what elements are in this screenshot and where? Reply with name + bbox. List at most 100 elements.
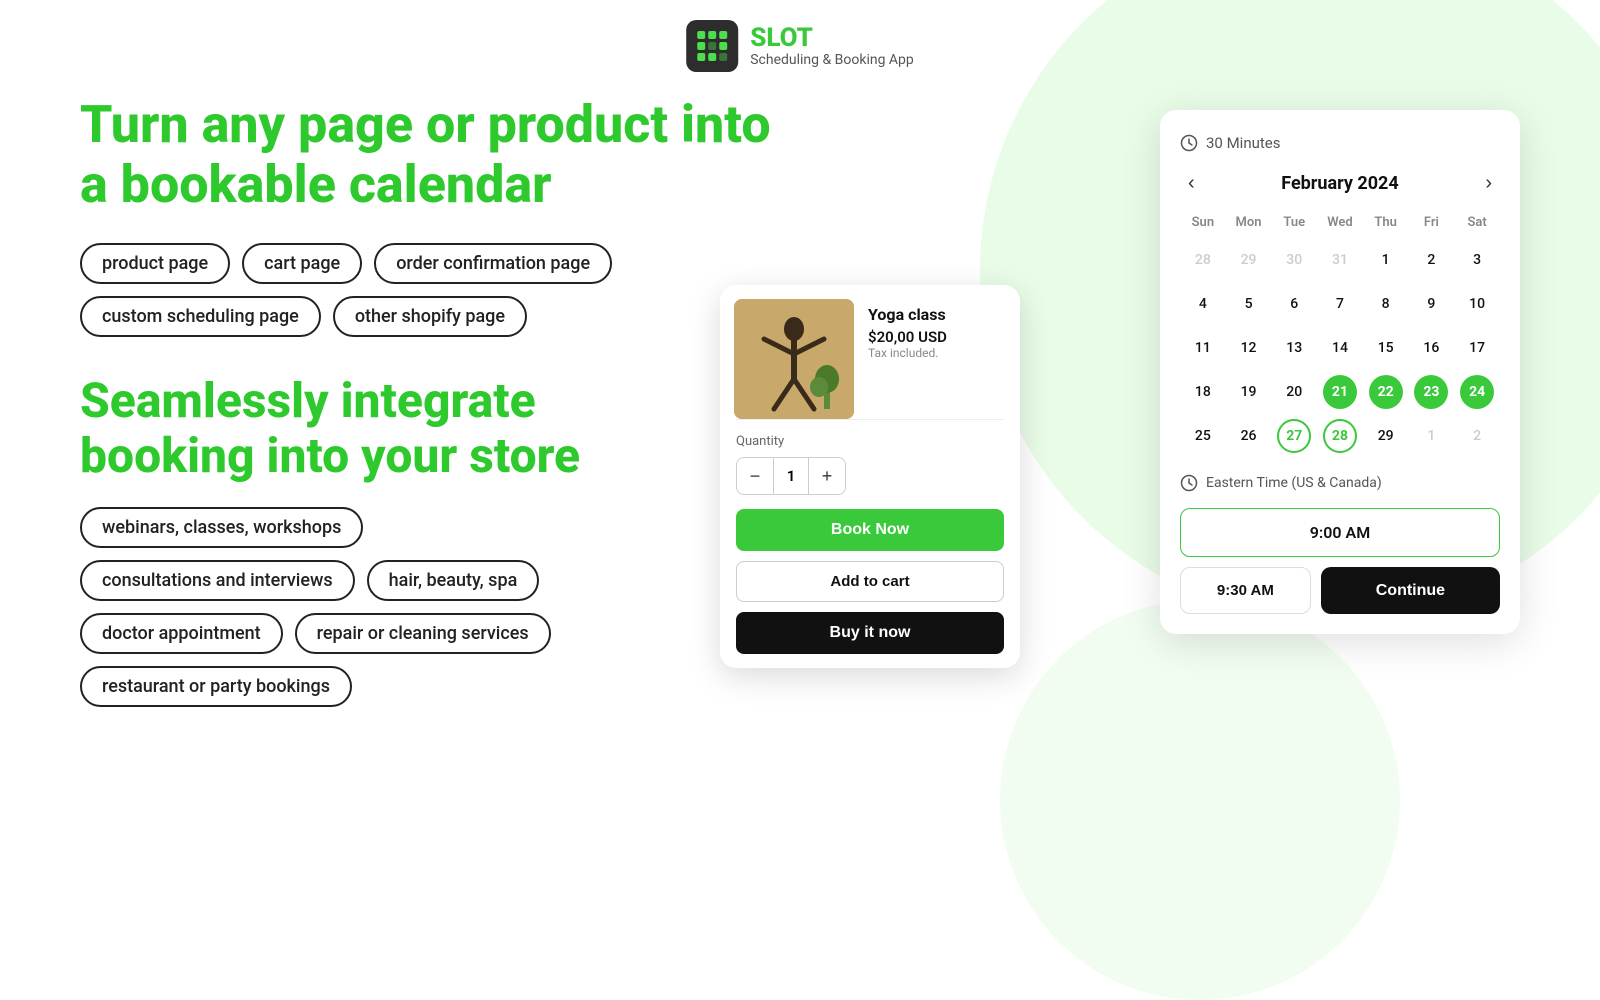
use-cases-row-4: restaurant or party bookings [80, 666, 860, 707]
calendar-day-cell: 31 [1317, 238, 1363, 282]
calendar-day-cell[interactable]: 15 [1363, 326, 1409, 370]
days-of-week-row: Sun Mon Tue Wed Thu Fri Sat [1180, 211, 1500, 238]
calendar-day-cell[interactable]: 29 [1363, 414, 1409, 458]
logo-text: SLOT Scheduling & Booking App [750, 24, 914, 69]
calendar-day-cell[interactable]: 7 [1317, 282, 1363, 326]
day-circle: 17 [1460, 331, 1494, 365]
calendar-day-cell[interactable]: 5 [1226, 282, 1272, 326]
tag-webinars: webinars, classes, workshops [80, 507, 363, 548]
calendar-day-cell[interactable]: 13 [1271, 326, 1317, 370]
day-circle: 24 [1460, 375, 1494, 409]
main-headline: Turn any page or product into a bookable… [80, 95, 860, 215]
cal-header: ‹ February 2024 › [1180, 170, 1500, 197]
calendar-day-cell[interactable]: 25 [1180, 414, 1226, 458]
day-circle: 12 [1232, 331, 1266, 365]
tag-product-page: product page [80, 243, 230, 284]
day-circle: 16 [1414, 331, 1448, 365]
quantity-row: − 1 + [736, 457, 846, 495]
tag-doctor: doctor appointment [80, 613, 283, 654]
quantity-label: Quantity [736, 434, 1004, 449]
calendar-day-cell[interactable]: 6 [1271, 282, 1317, 326]
product-name: Yoga class [868, 305, 947, 324]
calendar-day-cell[interactable]: 10 [1454, 282, 1500, 326]
calendar-day-cell[interactable]: 2 [1409, 238, 1455, 282]
calendar-day-cell[interactable]: 16 [1409, 326, 1455, 370]
calendar-day-cell[interactable]: 26 [1226, 414, 1272, 458]
calendar-day-cell[interactable]: 18 [1180, 370, 1226, 414]
calendar-body: 2829303112345678910111213141516171819202… [1180, 238, 1500, 458]
calendar-day-cell[interactable]: 8 [1363, 282, 1409, 326]
calendar-day-cell[interactable]: 24 [1454, 370, 1500, 414]
quantity-decrease-button[interactable]: − [737, 458, 773, 494]
dow-thu: Thu [1363, 211, 1409, 238]
time-slot-1[interactable]: 9:00 AM [1180, 508, 1500, 557]
calendar-week-row: 11 1213141516 17 [1180, 326, 1500, 370]
tag-consultations: consultations and interviews [80, 560, 355, 601]
calendar-day-cell[interactable]: 19 [1226, 370, 1272, 414]
tag-repair: repair or cleaning services [295, 613, 551, 654]
tag-order-confirmation: order confirmation page [374, 243, 612, 284]
calendar-day-cell[interactable]: 3 [1454, 238, 1500, 282]
day-circle: 20 [1277, 375, 1311, 409]
day-circle: 18 [1186, 375, 1220, 409]
calendar-day-cell: 28 [1180, 238, 1226, 282]
day-circle: 27 [1277, 419, 1311, 453]
day-circle: 8 [1369, 287, 1403, 321]
calendar-day-cell: 30 [1271, 238, 1317, 282]
cal-duration: 30 Minutes [1180, 134, 1500, 152]
day-circle: 26 [1232, 419, 1266, 453]
dow-tue: Tue [1271, 211, 1317, 238]
calendar-day-cell[interactable]: 17 [1454, 326, 1500, 370]
calendar-day-cell[interactable]: 28 [1317, 414, 1363, 458]
calendar-day-cell[interactable]: 20 [1271, 370, 1317, 414]
day-circle: 4 [1186, 287, 1220, 321]
day-circle: 23 [1414, 375, 1448, 409]
day-circle: 30 [1277, 243, 1311, 277]
clock-icon [1180, 134, 1198, 152]
day-circle: 1 [1369, 243, 1403, 277]
dow-sun: Sun [1180, 211, 1226, 238]
calendar-day-cell[interactable]: 23 [1409, 370, 1455, 414]
day-circle: 14 [1323, 331, 1357, 365]
calendar-day-cell[interactable]: 11 [1180, 326, 1226, 370]
calendar-week-row: 456789 10 [1180, 282, 1500, 326]
book-now-button[interactable]: Book Now [736, 509, 1004, 551]
calendar-day-cell: 2 [1454, 414, 1500, 458]
day-circle: 28 [1323, 419, 1357, 453]
day-circle: 11 [1186, 331, 1220, 365]
calendar-day-cell[interactable]: 4 [1180, 282, 1226, 326]
calendar-day-cell[interactable]: 22 [1363, 370, 1409, 414]
cal-timezone: Eastern Time (US & Canada) [1180, 474, 1500, 492]
day-circle: 9 [1414, 287, 1448, 321]
day-circle: 3 [1460, 243, 1494, 277]
tag-custom-scheduling: custom scheduling page [80, 296, 321, 337]
app-subtitle: Scheduling & Booking App [750, 52, 914, 68]
continue-button[interactable]: Continue [1321, 567, 1500, 614]
product-body: Quantity − 1 + Book Now Add to cart Buy … [720, 420, 1020, 668]
prev-month-button[interactable]: ‹ [1180, 170, 1203, 197]
day-circle: 25 [1186, 419, 1220, 453]
quantity-value: 1 [773, 458, 809, 494]
buy-it-now-button[interactable]: Buy it now [736, 612, 1004, 654]
calendar-day-cell[interactable]: 1 [1363, 238, 1409, 282]
calendar-day-cell[interactable]: 27 [1271, 414, 1317, 458]
calendar-day-cell[interactable]: 12 [1226, 326, 1272, 370]
quantity-increase-button[interactable]: + [809, 458, 845, 494]
dow-mon: Mon [1226, 211, 1272, 238]
timezone-clock-icon [1180, 474, 1198, 492]
time-slot-2-button[interactable]: 9:30 AM [1180, 567, 1311, 614]
calendar-day-cell[interactable]: 21 [1317, 370, 1363, 414]
cal-month: February 2024 [1281, 173, 1398, 194]
logo-icon [686, 20, 738, 72]
day-circle: 22 [1369, 375, 1403, 409]
calendar-week-row: 252627282912 [1180, 414, 1500, 458]
day-circle: 5 [1232, 287, 1266, 321]
cal-actions: 9:30 AM Continue [1180, 567, 1500, 614]
next-month-button[interactable]: › [1477, 170, 1500, 197]
add-to-cart-button[interactable]: Add to cart [736, 561, 1004, 602]
day-circle: 2 [1460, 419, 1494, 453]
day-circle: 10 [1460, 287, 1494, 321]
calendar-day-cell[interactable]: 14 [1317, 326, 1363, 370]
day-circle: 6 [1277, 287, 1311, 321]
calendar-day-cell[interactable]: 9 [1409, 282, 1455, 326]
